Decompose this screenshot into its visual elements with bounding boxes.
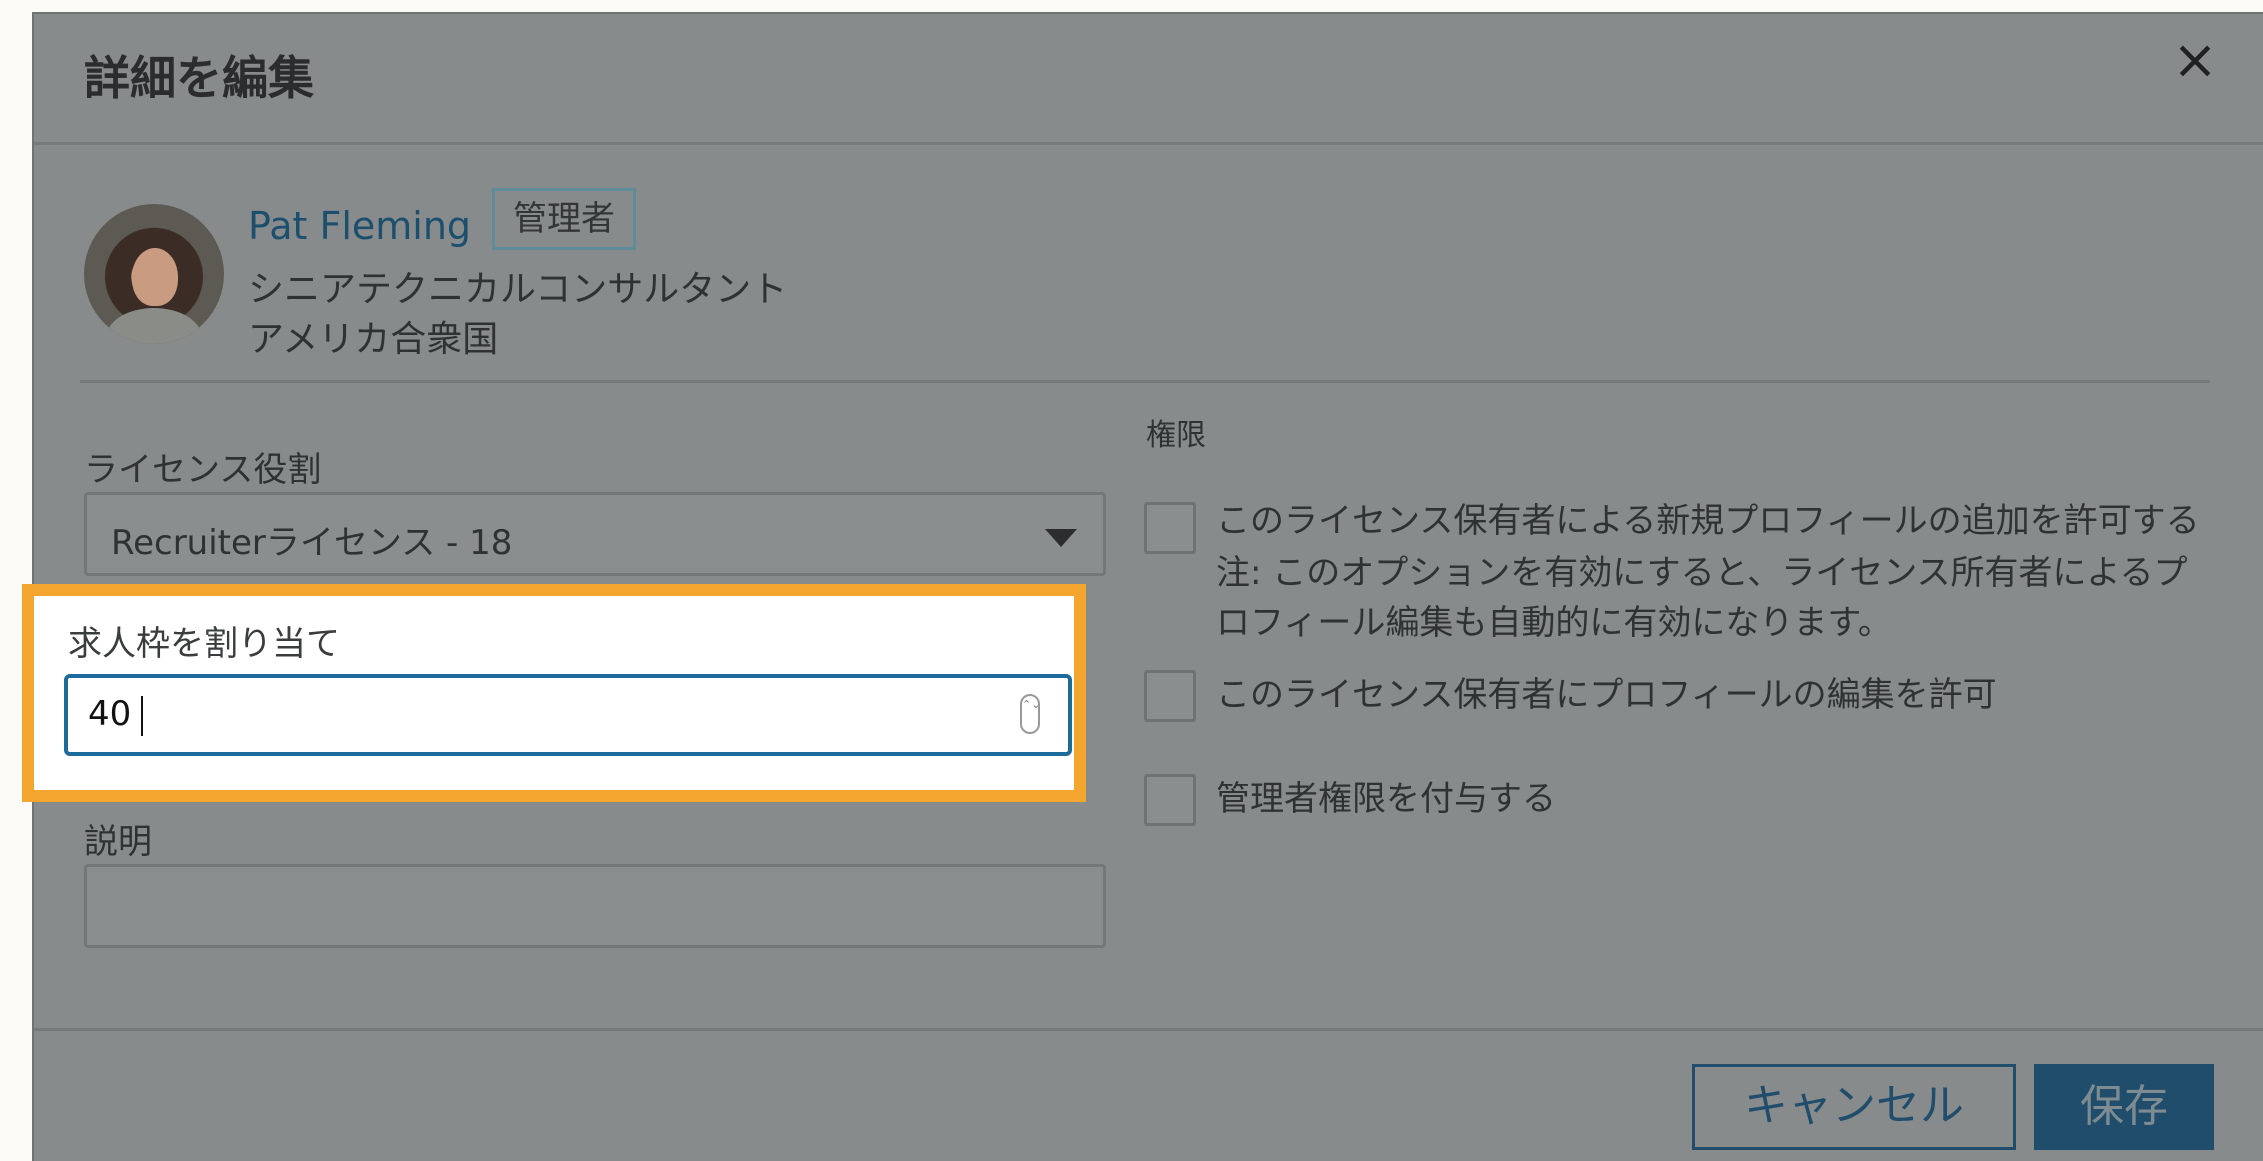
license-role-value: Recruiterライセンス - 18 <box>111 523 513 563</box>
job-slots-input[interactable]: 40 ⌃⌄ <box>64 674 1072 756</box>
avatar-body <box>106 308 202 344</box>
job-slots-value: 40 <box>88 694 132 734</box>
dialog-title: 詳細を編集 <box>84 51 314 105</box>
permission-add-profiles-note: 注: このオプションを有効にすると、ライセンス所有者によるプ <box>1216 553 2188 593</box>
license-role-select[interactable]: Recruiterライセンス - 18 <box>84 492 1106 576</box>
save-button[interactable]: 保存 <box>2034 1064 2214 1150</box>
close-icon[interactable]: × <box>2165 30 2225 90</box>
profile-divider <box>80 380 2210 383</box>
avatar-face <box>132 248 178 306</box>
description-label: 説明 <box>84 822 152 862</box>
permission-add-profiles-label: このライセンス保有者による新規プロフィールの追加を許可する <box>1216 501 2200 541</box>
permission-grant-admin-label: 管理者権限を付与する <box>1216 779 1556 819</box>
permission-grant-admin-checkbox[interactable] <box>1144 774 1196 826</box>
permissions-label: 権限 <box>1146 418 1206 453</box>
text-caret <box>141 696 143 736</box>
profile-country: アメリカ合衆国 <box>248 319 499 360</box>
permission-add-profiles-note-cont: ロフィール編集も自動的に有効になります。 <box>1216 603 1892 643</box>
job-slots-label: 求人枠を割り当て <box>68 624 340 664</box>
license-role-label: ライセンス役割 <box>84 450 322 490</box>
chevron-down-icon <box>1045 529 1077 547</box>
job-slots-highlight: 求人枠を割り当て 40 ⌃⌄ <box>22 584 1086 802</box>
profile-job-title: シニアテクニカルコンサルタント <box>248 269 788 310</box>
permission-add-profiles-checkbox[interactable] <box>1144 502 1196 554</box>
cancel-button[interactable]: キャンセル <box>1692 1064 2016 1150</box>
profile-name-link[interactable]: Pat Fleming <box>248 204 471 248</box>
admin-badge: 管理者 <box>492 188 636 250</box>
avatar <box>84 204 224 344</box>
description-input[interactable] <box>84 864 1106 948</box>
header-divider <box>34 142 2263 145</box>
spinner-icon[interactable]: ⌃⌄ <box>1020 694 1040 734</box>
footer-divider <box>34 1028 2263 1031</box>
permission-edit-profiles-checkbox[interactable] <box>1144 670 1196 722</box>
permission-edit-profiles-label: このライセンス保有者にプロフィールの編集を許可 <box>1216 675 1997 715</box>
